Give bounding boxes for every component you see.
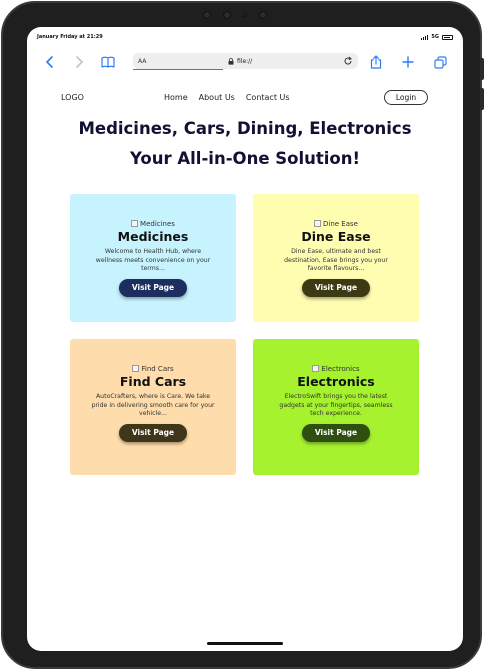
visit-page-button[interactable]: Visit Page	[301, 423, 371, 442]
home-indicator[interactable]	[207, 642, 283, 645]
url-display[interactable]: file://	[228, 58, 252, 65]
status-time: January Friday at 21:29	[37, 34, 103, 40]
card-dine-ease: Dine Ease Dine Ease Dine Ease, ultimate …	[253, 194, 419, 322]
visit-page-button[interactable]: Visit Page	[118, 278, 188, 297]
nav-about-link[interactable]: About Us	[199, 93, 235, 102]
share-icon[interactable]	[365, 51, 387, 73]
card-title: Find Cars	[119, 374, 187, 389]
status-bar: January Friday at 21:29 5G	[27, 27, 463, 47]
card-medicines: Medicines Medicines Welcome to Health Hu…	[70, 194, 236, 322]
broken-image-icon	[312, 365, 320, 372]
visit-page-button[interactable]: Visit Page	[301, 278, 371, 297]
address-bar[interactable]: AA file://	[133, 53, 358, 70]
card-find-cars: Find Cars Find Cars AutoCrafters, where …	[70, 339, 236, 475]
hero: Medicines, Cars, Dining, Electronics You…	[27, 120, 463, 168]
hero-subheadline: Your All-in-One Solution!	[129, 149, 361, 168]
card-title: Electronics	[297, 374, 375, 389]
bookmarks-icon[interactable]	[97, 51, 119, 73]
card-title: Medicines	[117, 229, 189, 244]
web-content: LOGO Home About Us Contact Us Login Medi…	[27, 77, 463, 651]
reload-icon[interactable]	[343, 56, 353, 68]
card-image: Electronics	[253, 364, 419, 373]
card-electronics: Electronics Electronics ElectroSwift bri…	[253, 339, 419, 475]
camera-dots	[203, 11, 267, 19]
tabs-icon[interactable]	[429, 51, 451, 73]
network-label: 5G	[431, 34, 439, 40]
volume-button	[480, 88, 484, 110]
card-description: Dine Ease, ultimate and best destination…	[284, 248, 388, 273]
card-image: Dine Ease	[253, 219, 419, 228]
card-description: AutoCrafters, where is Care. We take pri…	[91, 393, 215, 418]
load-progress-bar	[133, 69, 223, 70]
broken-image-icon	[131, 220, 139, 227]
lock-icon	[228, 57, 234, 65]
card-description: ElectroSwift brings you the latest gadge…	[279, 393, 393, 418]
card-title: Dine Ease	[301, 229, 371, 244]
text-size-button[interactable]: AA	[138, 58, 146, 65]
nav-home-link[interactable]: Home	[164, 93, 188, 102]
hero-headline: Medicines, Cars, Dining, Electronics	[78, 119, 412, 138]
card-image: Find Cars	[70, 364, 236, 373]
login-button[interactable]: Login	[384, 90, 428, 105]
broken-image-icon	[132, 365, 140, 372]
browser-toolbar: AA file://	[27, 47, 463, 77]
site-logo[interactable]: LOGO	[61, 93, 84, 102]
url-text: file://	[237, 57, 253, 65]
status-icons: 5G	[421, 34, 453, 40]
card-image: Medicines	[70, 219, 236, 228]
site-nav: Home About Us Contact Us	[164, 93, 290, 102]
tablet-frame: January Friday at 21:29 5G AA file:// LO…	[1, 1, 484, 669]
card-description: Welcome to Health Hub, where wellness me…	[95, 248, 211, 273]
new-tab-icon[interactable]	[397, 51, 419, 73]
visit-page-button[interactable]: Visit Page	[118, 423, 188, 442]
signal-icon	[421, 34, 429, 40]
nav-contact-link[interactable]: Contact Us	[246, 93, 290, 102]
back-icon[interactable]	[39, 51, 61, 73]
site-header: LOGO Home About Us Contact Us Login	[27, 77, 463, 117]
forward-icon[interactable]	[68, 51, 90, 73]
broken-image-icon	[314, 220, 321, 227]
screen: January Friday at 21:29 5G AA file:// LO…	[27, 27, 463, 651]
volume-button	[480, 58, 484, 80]
battery-icon	[442, 34, 453, 40]
